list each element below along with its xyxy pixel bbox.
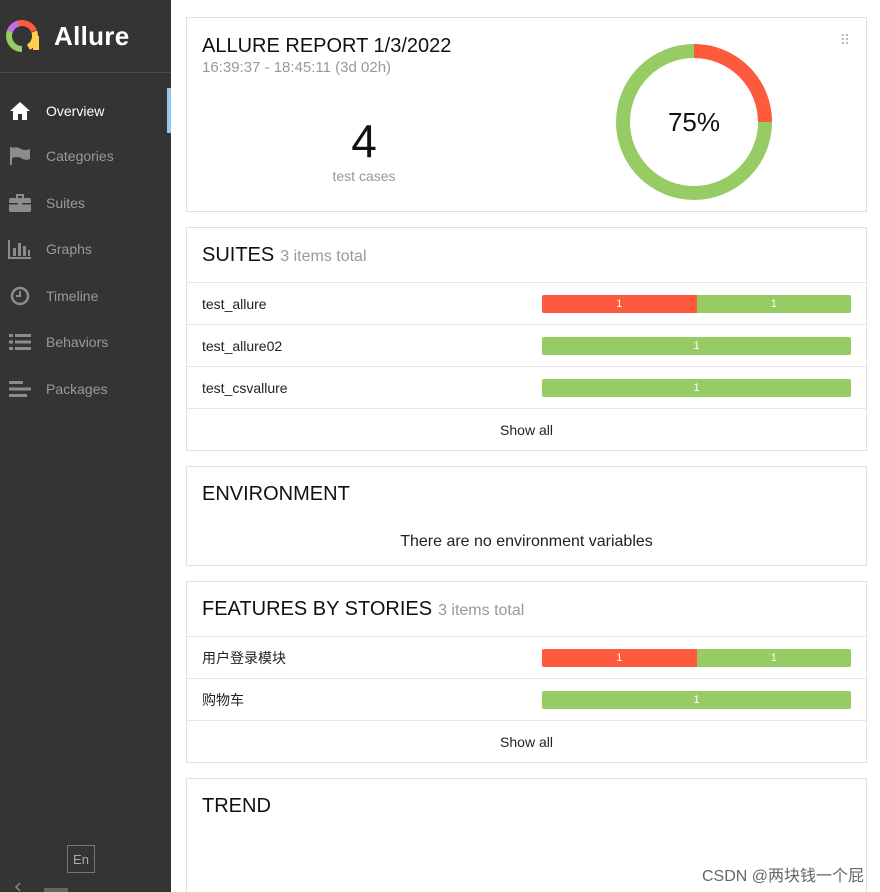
home-icon <box>8 99 32 123</box>
environment-header: ENVIRONMENT <box>187 467 866 522</box>
sidebar-item-label: Suites <box>46 194 85 211</box>
sidebar-item-suites[interactable]: Suites <box>0 180 171 227</box>
suite-row[interactable]: test_csvallure 1 <box>187 367 866 409</box>
features-widget: FEATURES BY STORIES 3 items total 用户登录模块… <box>186 581 867 763</box>
feature-row[interactable]: 用户登录模块 1 1 <box>187 637 866 679</box>
failed-segment: 1 <box>542 295 697 313</box>
features-header: FEATURES BY STORIES 3 items total <box>187 582 866 637</box>
test-case-count: 4 <box>351 115 377 167</box>
sidebar-item-label: Timeline <box>46 287 99 304</box>
app-name: Allure <box>54 20 130 51</box>
environment-widget: ENVIRONMENT There are no environment var… <box>186 466 867 566</box>
sidebar-item-label: Overview <box>46 102 105 119</box>
summary-widget: ALLURE REPORT 1/3/2022 16:39:37 - 18:45:… <box>186 17 867 212</box>
passed-segment: 1 <box>542 691 851 709</box>
status-bar[interactable]: 1 <box>542 337 851 355</box>
sidebar-item-behaviors[interactable]: Behaviors <box>0 319 171 366</box>
drag-handle-icon[interactable]: ⠿ <box>840 33 850 47</box>
suites-widget: SUITES 3 items total test_allure 1 1 tes… <box>186 227 867 451</box>
passed-segment: 1 <box>542 379 851 397</box>
passed-segment: 1 <box>696 295 851 313</box>
suite-name: test_allure <box>202 295 267 312</box>
align-left-icon <box>8 377 32 401</box>
feature-name: 用户登录模块 <box>202 649 286 666</box>
sidebar-item-categories[interactable]: Categories <box>0 133 171 180</box>
sidebar-item-overview[interactable]: Overview <box>0 88 171 133</box>
language-button[interactable]: En <box>67 845 95 873</box>
environment-title: ENVIRONMENT <box>202 483 350 505</box>
suites-header: SUITES 3 items total <box>187 228 866 283</box>
features-subtitle: 3 items total <box>438 601 525 619</box>
list-icon <box>8 330 32 354</box>
environment-empty-message: There are no environment variables <box>400 533 653 550</box>
briefcase-icon <box>8 191 32 215</box>
suites-show-all-link[interactable]: Show all <box>187 409 866 450</box>
allure-logo-icon <box>6 20 39 52</box>
suites-title: SUITES <box>202 243 275 266</box>
sidebar-item-label: Graphs <box>46 241 92 258</box>
feature-name: 购物车 <box>202 691 244 708</box>
collapse-icon[interactable] <box>14 882 74 892</box>
main-content: ALLURE REPORT 1/3/2022 16:39:37 - 18:45:… <box>171 0 880 892</box>
features-title: FEATURES BY STORIES <box>202 597 433 620</box>
status-bar[interactable]: 1 <box>542 379 851 397</box>
features-show-all-link[interactable]: Show all <box>187 721 866 762</box>
brand[interactable]: Allure <box>0 0 171 73</box>
suite-name: test_csvallure <box>202 379 288 396</box>
status-bar[interactable]: 1 <box>542 691 851 709</box>
report-time-range: 16:39:37 - 18:45:11 (3d 02h) <box>202 59 392 76</box>
bar-chart-icon <box>8 237 32 261</box>
flag-icon <box>8 144 32 168</box>
feature-row[interactable]: 购物车 1 <box>187 679 866 721</box>
suites-subtitle: 3 items total <box>280 247 367 265</box>
watermark: CSDN @两块钱一个屁 <box>701 868 864 885</box>
sidebar: Allure Overview Categories Suites Graphs <box>0 0 171 892</box>
clock-icon <box>8 284 32 308</box>
status-bar[interactable]: 1 1 <box>542 649 851 667</box>
status-bar[interactable]: 1 1 <box>542 295 851 313</box>
sidebar-item-label: Behaviors <box>46 334 109 351</box>
passed-segment: 1 <box>696 649 851 667</box>
report-title: ALLURE REPORT 1/3/2022 <box>202 35 452 57</box>
suite-row[interactable]: test_allure 1 1 <box>187 283 866 325</box>
sidebar-item-label: Packages <box>46 380 108 397</box>
trend-header: TREND <box>187 779 866 834</box>
test-case-count-label: test cases <box>332 168 396 184</box>
sidebar-item-label: Categories <box>46 148 114 165</box>
sidebar-item-timeline[interactable]: Timeline <box>0 273 171 320</box>
trend-title: TREND <box>202 795 271 817</box>
sidebar-nav: Overview Categories Suites Graphs Timeli… <box>0 88 171 412</box>
failed-segment: 1 <box>542 649 697 667</box>
suite-name: test_allure02 <box>202 337 283 354</box>
sidebar-item-graphs[interactable]: Graphs <box>0 226 171 273</box>
suite-row[interactable]: test_allure02 1 <box>187 325 866 367</box>
sidebar-item-packages[interactable]: Packages <box>0 366 171 413</box>
donut-percent-label: 75% <box>667 106 721 137</box>
passed-segment: 1 <box>542 337 851 355</box>
